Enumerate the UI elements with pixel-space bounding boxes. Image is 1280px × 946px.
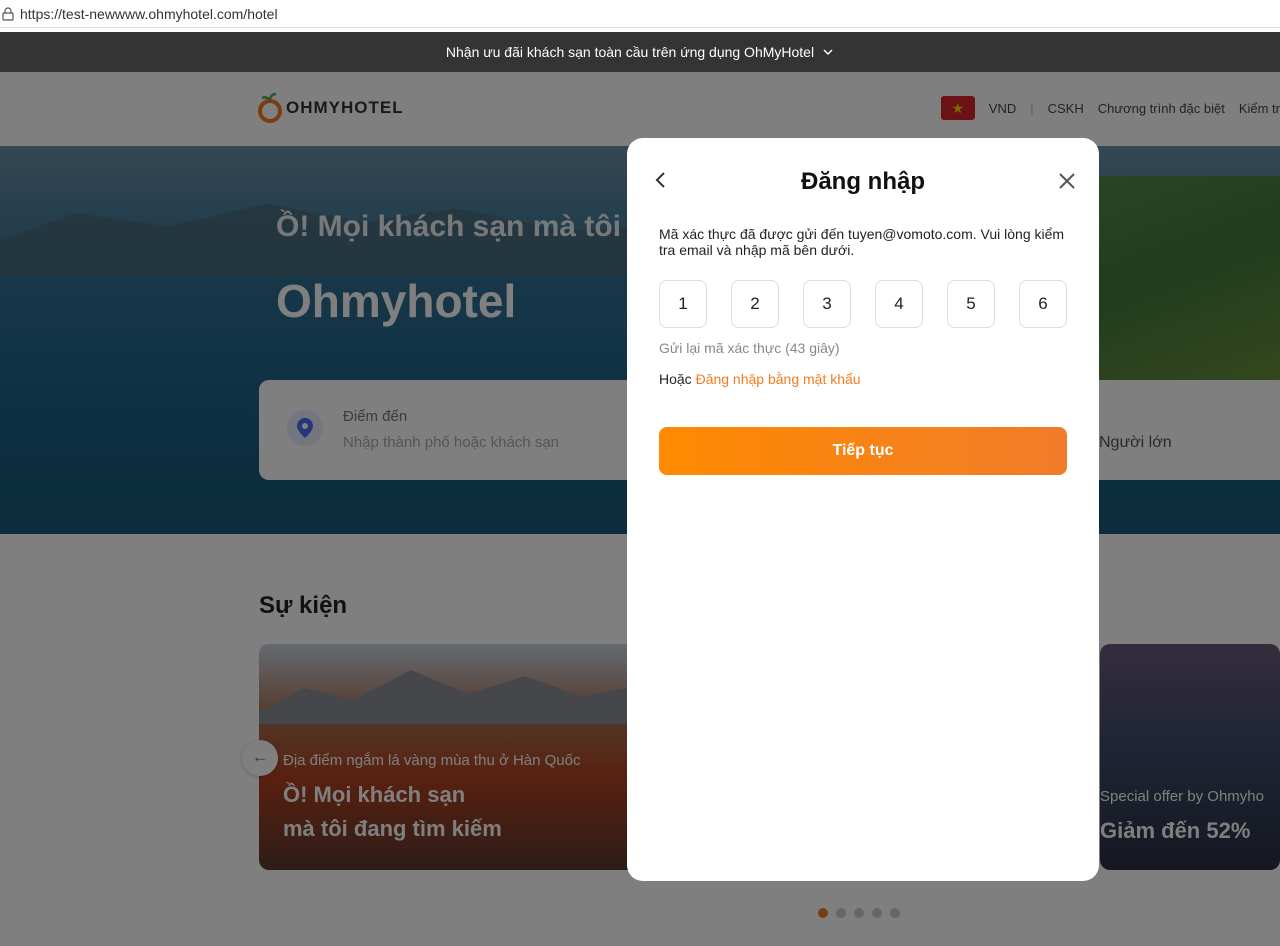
continue-button[interactable]: Tiếp tục [659,427,1067,475]
banner-text: Nhận ưu đãi khách sạn toàn cầu trên ứng … [445,44,815,60]
otp-digit-2[interactable] [731,280,779,328]
password-login-link[interactable]: Đăng nhập bằng mật khẩu [696,371,861,387]
login-modal: Đăng nhập Mã xác thực đã được gửi đến tu… [627,138,1099,881]
app-promo-banner[interactable]: Nhận ưu đãi khách sạn toàn cầu trên ứng … [0,32,1280,72]
url-text: https://test-newwww.ohmyhotel.com/hotel [20,5,278,22]
alternative-login: Hoặc Đăng nhập bằng mật khẩu [659,371,861,387]
modal-title: Đăng nhập [801,168,925,195]
resend-code-link[interactable]: Gửi lại mã xác thực (43 giây) [659,340,840,356]
browser-url-bar[interactable]: https://test-newwww.ohmyhotel.com/hotel [0,0,1280,28]
otp-digit-3[interactable] [803,280,851,328]
otp-digit-5[interactable] [947,280,995,328]
otp-digit-1[interactable] [659,280,707,328]
otp-digit-6[interactable] [1019,280,1067,328]
chevron-down-icon[interactable] [822,46,834,58]
verification-message: Mã xác thực đã được gửi đến tuyen@vomoto… [659,226,1065,258]
otp-digit-4[interactable] [875,280,923,328]
close-icon[interactable] [1055,169,1079,193]
otp-input-group [659,280,1067,328]
lock-icon [2,6,14,21]
alt-prefix: Hoặc [659,371,692,387]
